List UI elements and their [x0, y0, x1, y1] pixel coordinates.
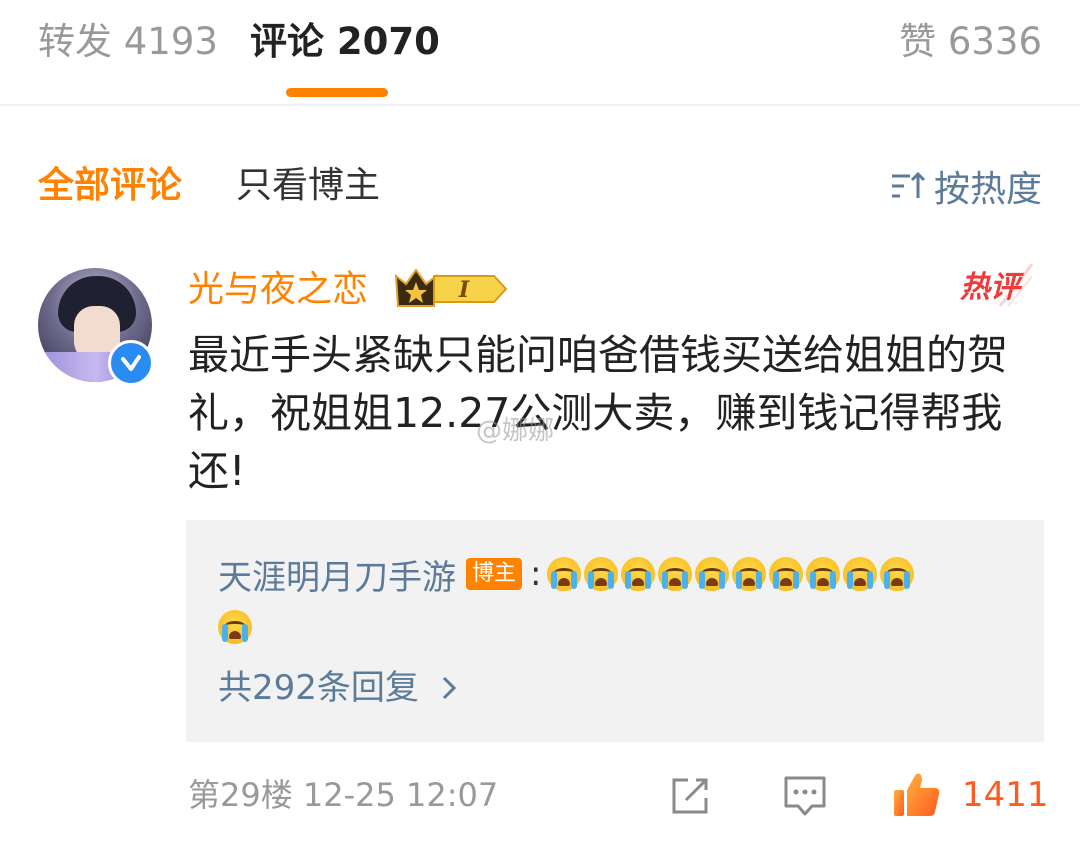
thumbs-up-icon[interactable]	[892, 770, 942, 818]
sort-label: 按热度	[933, 169, 1042, 210]
badge-level: I	[458, 277, 470, 303]
chevron-right-icon	[442, 676, 457, 700]
hot-label: 热评	[960, 270, 1020, 305]
view-replies-link[interactable]: 共292条回复	[218, 664, 463, 712]
watermark: @娜娜	[476, 416, 555, 446]
crying-face-icon	[621, 557, 656, 591]
comment-username[interactable]: 光与夜之恋	[188, 266, 368, 314]
comment-text: 最近手头紧缺只能问咱爸借钱买送给姐姐的贺礼，祝姐姐12.27公测大卖，赚到钱记得…	[188, 331, 1008, 495]
tab-reposts[interactable]: 转发 4193	[38, 18, 218, 66]
share-icon[interactable]	[668, 774, 712, 818]
crying-face-icon	[843, 557, 878, 591]
crying-face-icon	[218, 610, 252, 644]
reply-colon: :	[530, 554, 542, 594]
active-tab-indicator	[286, 88, 388, 97]
emoji-row	[218, 610, 255, 644]
crying-face-icon	[769, 557, 804, 591]
reply-line: 天涯明月刀手游 博主 :	[218, 550, 917, 598]
crying-face-icon	[732, 557, 767, 591]
filter-owner-only[interactable]: 只看博主	[236, 162, 380, 210]
crying-face-icon	[695, 557, 730, 591]
like-count: 1411	[962, 775, 1049, 815]
filter-all-comments[interactable]: 全部评论	[38, 162, 182, 210]
tab-likes[interactable]: 赞 6336	[899, 18, 1042, 66]
tab-bar: 转发 4193 评论 2070 赞 6336	[0, 0, 1080, 106]
crying-face-icon	[880, 557, 915, 591]
owner-tag: 博主	[466, 558, 523, 590]
sort-by-hot-button[interactable]: 按热度	[890, 162, 1042, 210]
reply-username[interactable]: 天涯明月刀手游	[218, 550, 456, 599]
tab-comments[interactable]: 评论 2070	[250, 18, 440, 66]
crying-face-icon	[806, 557, 841, 591]
hot-comment-badge: 热评	[960, 262, 1034, 310]
verified-icon	[108, 340, 154, 386]
floor-and-time: 第29楼 12-25 12:07	[188, 776, 499, 814]
reply-count-label: 共292条回复	[218, 668, 419, 708]
sort-icon	[891, 171, 926, 198]
emoji-row	[547, 557, 917, 591]
crown-badge-icon[interactable]: I	[394, 268, 510, 310]
reply-preview-box[interactable]: 天涯明月刀手游 博主 : 共292条回复	[186, 520, 1044, 742]
crying-face-icon	[584, 557, 619, 591]
crying-face-icon	[547, 557, 582, 591]
crying-face-icon	[658, 557, 693, 591]
comment-icon[interactable]	[782, 774, 828, 818]
